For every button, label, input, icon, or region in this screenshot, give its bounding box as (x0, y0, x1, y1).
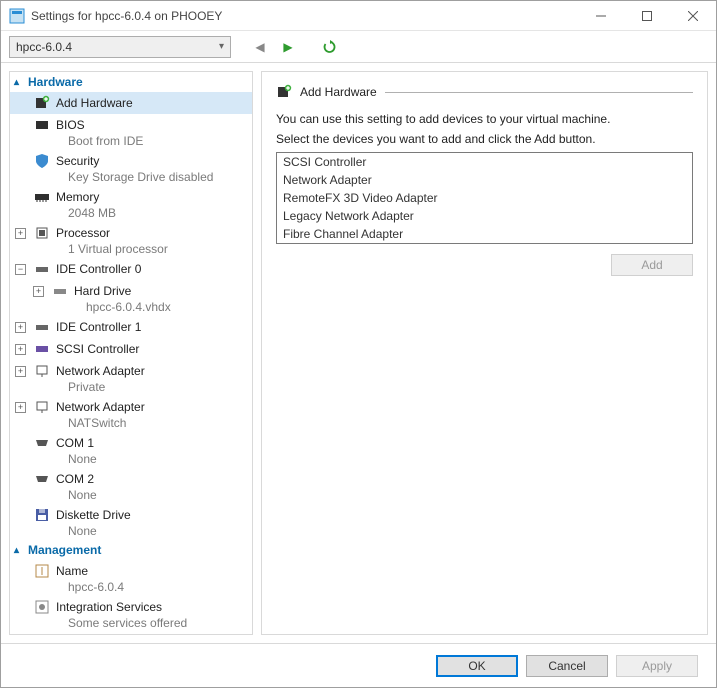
tree-item-add-hardware[interactable]: +Add Hardware (10, 92, 252, 114)
panel-desc-2: Select the devices you want to add and c… (276, 132, 693, 146)
add-button: Add (611, 254, 693, 276)
list-item[interactable]: RemoteFX 3D Video Adapter (277, 189, 692, 207)
list-item[interactable]: Legacy Network Adapter (277, 207, 692, 225)
network-icon (34, 363, 50, 379)
expand-icon[interactable]: + (15, 366, 26, 377)
serial-port-icon (34, 471, 50, 487)
section-hardware[interactable]: ▴ Hardware (10, 72, 252, 92)
section-management[interactable]: ▴ Management (10, 540, 252, 560)
toolbar: hpcc-6.0.4 ▾ ◀ ▶ (1, 31, 716, 63)
services-icon (34, 599, 50, 615)
settings-panel: Add Hardware You can use this setting to… (261, 71, 708, 635)
chevron-down-icon: ▾ (219, 41, 224, 52)
panel-desc-1: You can use this setting to add devices … (276, 112, 693, 126)
tree-item-network-adapter-1[interactable]: +Network Adapter Private (10, 360, 252, 396)
app-icon (9, 8, 25, 24)
tree-item-checkpoints[interactable]: +Checkpoints Production (10, 632, 252, 635)
section-label: Hardware (28, 75, 83, 89)
nav-back-button[interactable]: ◀ (249, 36, 271, 58)
add-hardware-list[interactable]: SCSI Controller Network Adapter RemoteFX… (276, 152, 693, 244)
section-label: Management (28, 543, 101, 557)
panel-heading: Add Hardware (300, 85, 377, 99)
chevron-up-icon: ▴ (14, 545, 24, 556)
serial-port-icon (34, 435, 50, 451)
disk-icon (52, 283, 68, 299)
tree-item-processor[interactable]: +Processor 1 Virtual processor (10, 222, 252, 258)
tree-item-name[interactable]: +Name hpcc-6.0.4 (10, 560, 252, 596)
expand-icon[interactable]: + (15, 322, 26, 333)
tree-item-bios[interactable]: +BIOS Boot from IDE (10, 114, 252, 150)
list-item[interactable]: SCSI Controller (277, 153, 692, 171)
memory-icon (34, 189, 50, 205)
panel-heading-row: Add Hardware (276, 84, 693, 100)
tree-item-integration-services[interactable]: +Integration Services Some services offe… (10, 596, 252, 632)
dialog-footer: OK Cancel Apply (1, 643, 716, 687)
network-icon (34, 399, 50, 415)
settings-tree[interactable]: ▴ Hardware +Add Hardware +BIOS Boot from… (9, 71, 253, 635)
window-title: Settings for hpcc-6.0.4 on PHOOEY (31, 9, 578, 23)
apply-button: Apply (616, 655, 698, 677)
refresh-button[interactable] (319, 36, 341, 58)
expand-icon[interactable]: + (15, 344, 26, 355)
maximize-button[interactable] (624, 1, 670, 30)
settings-window: Settings for hpcc-6.0.4 on PHOOEY hpcc-6… (0, 0, 717, 688)
dialog-body: ▴ Hardware +Add Hardware +BIOS Boot from… (1, 63, 716, 643)
tree-item-ide0[interactable]: −IDE Controller 0 (10, 258, 252, 280)
vm-selector-value: hpcc-6.0.4 (16, 40, 72, 54)
chevron-up-icon: ▴ (14, 77, 24, 88)
list-item[interactable]: Fibre Channel Adapter (277, 225, 692, 243)
expand-icon[interactable]: + (15, 228, 26, 239)
tree-item-scsi[interactable]: +SCSI Controller (10, 338, 252, 360)
shield-icon (34, 153, 50, 169)
firmware-icon (34, 117, 50, 133)
right-column: Add Hardware You can use this setting to… (261, 71, 708, 635)
minimize-button[interactable] (578, 1, 624, 30)
tree-item-com2[interactable]: +COM 2 None (10, 468, 252, 504)
cancel-button[interactable]: Cancel (526, 655, 608, 677)
add-hardware-icon (276, 84, 292, 100)
nav-forward-button[interactable]: ▶ (277, 36, 299, 58)
collapse-icon[interactable]: − (15, 264, 26, 275)
name-icon (34, 563, 50, 579)
vm-selector-combo[interactable]: hpcc-6.0.4 ▾ (9, 36, 231, 58)
close-button[interactable] (670, 1, 716, 30)
scsi-icon (34, 341, 50, 357)
ok-button[interactable]: OK (436, 655, 518, 677)
cpu-icon (34, 225, 50, 241)
tree-item-ide1[interactable]: +IDE Controller 1 (10, 316, 252, 338)
heading-divider (385, 92, 693, 93)
add-hardware-icon (34, 95, 50, 111)
list-item[interactable]: Network Adapter (277, 171, 692, 189)
tree-item-diskette[interactable]: +Diskette Drive None (10, 504, 252, 540)
tree-item-network-adapter-2[interactable]: +Network Adapter NATSwitch (10, 396, 252, 432)
tree-item-security[interactable]: +Security Key Storage Drive disabled (10, 150, 252, 186)
expand-icon[interactable]: + (33, 286, 44, 297)
controller-icon (34, 319, 50, 335)
titlebar: Settings for hpcc-6.0.4 on PHOOEY (1, 1, 716, 31)
expand-icon[interactable]: + (15, 402, 26, 413)
tree-item-memory[interactable]: +Memory 2048 MB (10, 186, 252, 222)
window-buttons (578, 1, 716, 30)
tree-item-hard-drive[interactable]: +Hard Drive hpcc-6.0.4.vhdx (10, 280, 252, 316)
floppy-icon (34, 507, 50, 523)
tree-item-com1[interactable]: +COM 1 None (10, 432, 252, 468)
controller-icon (34, 261, 50, 277)
